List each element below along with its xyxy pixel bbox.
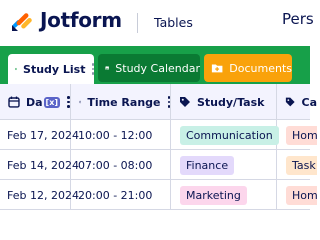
tab-label: Documents: [229, 61, 292, 75]
table-title[interactable]: Pers: [282, 10, 314, 28]
category-cell[interactable]: Hom: [277, 120, 317, 150]
column-header-date[interactable]: Da [x]: [0, 84, 71, 120]
task-tag: Communication: [180, 125, 279, 145]
column-options-icon[interactable]: [67, 96, 70, 108]
tag-icon: [285, 97, 295, 107]
tab-label: Study List: [23, 62, 86, 76]
table-header: Da [x] Time Range Study/Task Ca: [0, 84, 317, 120]
date-cell[interactable]: Feb 12, 2024: [0, 180, 79, 210]
task-tag: Marketing: [180, 185, 247, 205]
column-label: Time Range: [87, 95, 161, 109]
task-tag: Finance: [180, 155, 235, 175]
task-cell[interactable]: Finance: [171, 150, 277, 180]
tab-label: Study Calendar: [115, 61, 200, 75]
product-name: Tables: [154, 15, 193, 30]
column-header-study-task[interactable]: Study/Task: [171, 84, 277, 120]
time-cell[interactable]: 20:00 - 21:00: [71, 180, 171, 210]
column-header-time-range[interactable]: Time Range: [71, 84, 171, 120]
calendar-icon: [8, 96, 20, 108]
column-options-icon[interactable]: [167, 96, 170, 108]
tag-icon: [180, 97, 190, 107]
table-row[interactable]: Feb 17, 2024 10:00 - 12:00 Communication…: [0, 120, 317, 150]
folder-plus-icon: [211, 64, 223, 73]
time-cell[interactable]: 10:00 - 12:00: [71, 120, 171, 150]
column-label: Ca: [301, 95, 318, 109]
category-tag: Hom: [286, 125, 317, 145]
tab-options-icon[interactable]: [91, 63, 94, 75]
data-table: Da [x] Time Range Study/Task Ca Feb 17, …: [0, 84, 317, 210]
column-badge: [x]: [43, 96, 61, 108]
date-cell[interactable]: Feb 14, 2024: [0, 150, 79, 180]
clock-icon: [79, 100, 82, 104]
tab-study-list[interactable]: Study List: [8, 54, 94, 84]
table-row[interactable]: Feb 14, 2024 07:00 - 08:00 Finance Task: [0, 150, 317, 180]
header-divider: [137, 13, 138, 33]
time-cell[interactable]: 07:00 - 08:00: [71, 150, 171, 180]
tab-study-calendar[interactable]: 15 Study Calendar: [98, 54, 200, 82]
table-grid-icon: [15, 68, 17, 70]
column-label: Study/Task: [197, 95, 265, 109]
task-cell[interactable]: Communication: [171, 120, 279, 150]
calendar-icon: 15: [105, 66, 109, 70]
app-header: Jotform Tables Pers: [0, 0, 314, 46]
category-tag: Task: [286, 155, 317, 175]
category-tag: Hom: [286, 185, 317, 205]
category-cell[interactable]: Hom: [277, 180, 317, 210]
tab-documents[interactable]: Documents: [204, 54, 292, 82]
tab-bar: Study List 15 Study Calendar Documents: [0, 46, 310, 84]
task-cell[interactable]: Marketing: [171, 180, 277, 210]
date-cell[interactable]: Feb 17, 2024: [0, 120, 79, 150]
brand-name: Jotform: [40, 8, 122, 32]
table-row[interactable]: Feb 12, 2024 20:00 - 21:00 Marketing Hom: [0, 180, 317, 210]
column-header-category[interactable]: Ca: [277, 84, 317, 120]
column-label: Da: [25, 95, 43, 109]
jotform-logo-icon[interactable]: [9, 8, 35, 34]
category-cell[interactable]: Task: [277, 150, 317, 180]
